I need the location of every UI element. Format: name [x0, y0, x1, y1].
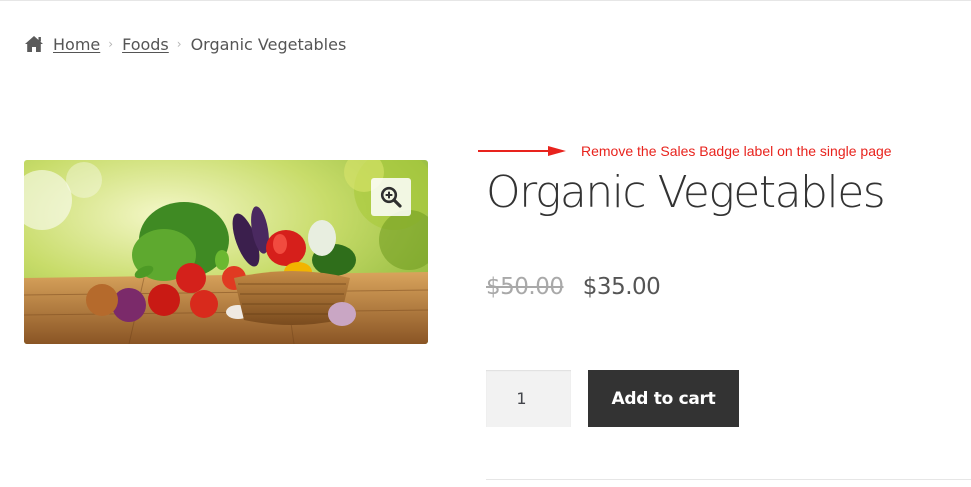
quantity-input[interactable] [486, 370, 571, 427]
sale-price: $35.00 [582, 274, 661, 300]
product-image[interactable] [24, 160, 428, 344]
header-divider [0, 0, 971, 1]
magnify-plus-icon [380, 186, 402, 208]
breadcrumb-current: Organic Vegetables [190, 34, 347, 54]
product-page: Home › Foods › Organic Vegetables Remove… [0, 0, 971, 487]
home-icon[interactable] [24, 35, 44, 53]
product-price: $50.00 $35.00 [486, 271, 661, 303]
breadcrumb-link-foods[interactable]: Foods [122, 35, 169, 54]
add-to-cart-button[interactable]: Add to cart [588, 370, 739, 427]
breadcrumb: Home › Foods › Organic Vegetables [24, 33, 346, 55]
summary-divider [486, 479, 971, 480]
breadcrumb-separator: › [176, 37, 182, 51]
regular-price: $50.00 [486, 274, 564, 300]
annotation-note: Remove the Sales Badge label on the sing… [581, 143, 892, 159]
breadcrumb-separator: › [108, 37, 114, 51]
vegetable-basket-photo [24, 160, 428, 344]
annotation-arrow-icon [478, 146, 566, 156]
product-title: Organic Vegetables [486, 167, 886, 218]
zoom-button[interactable] [371, 178, 411, 216]
breadcrumb-link-home[interactable]: Home [53, 35, 100, 54]
